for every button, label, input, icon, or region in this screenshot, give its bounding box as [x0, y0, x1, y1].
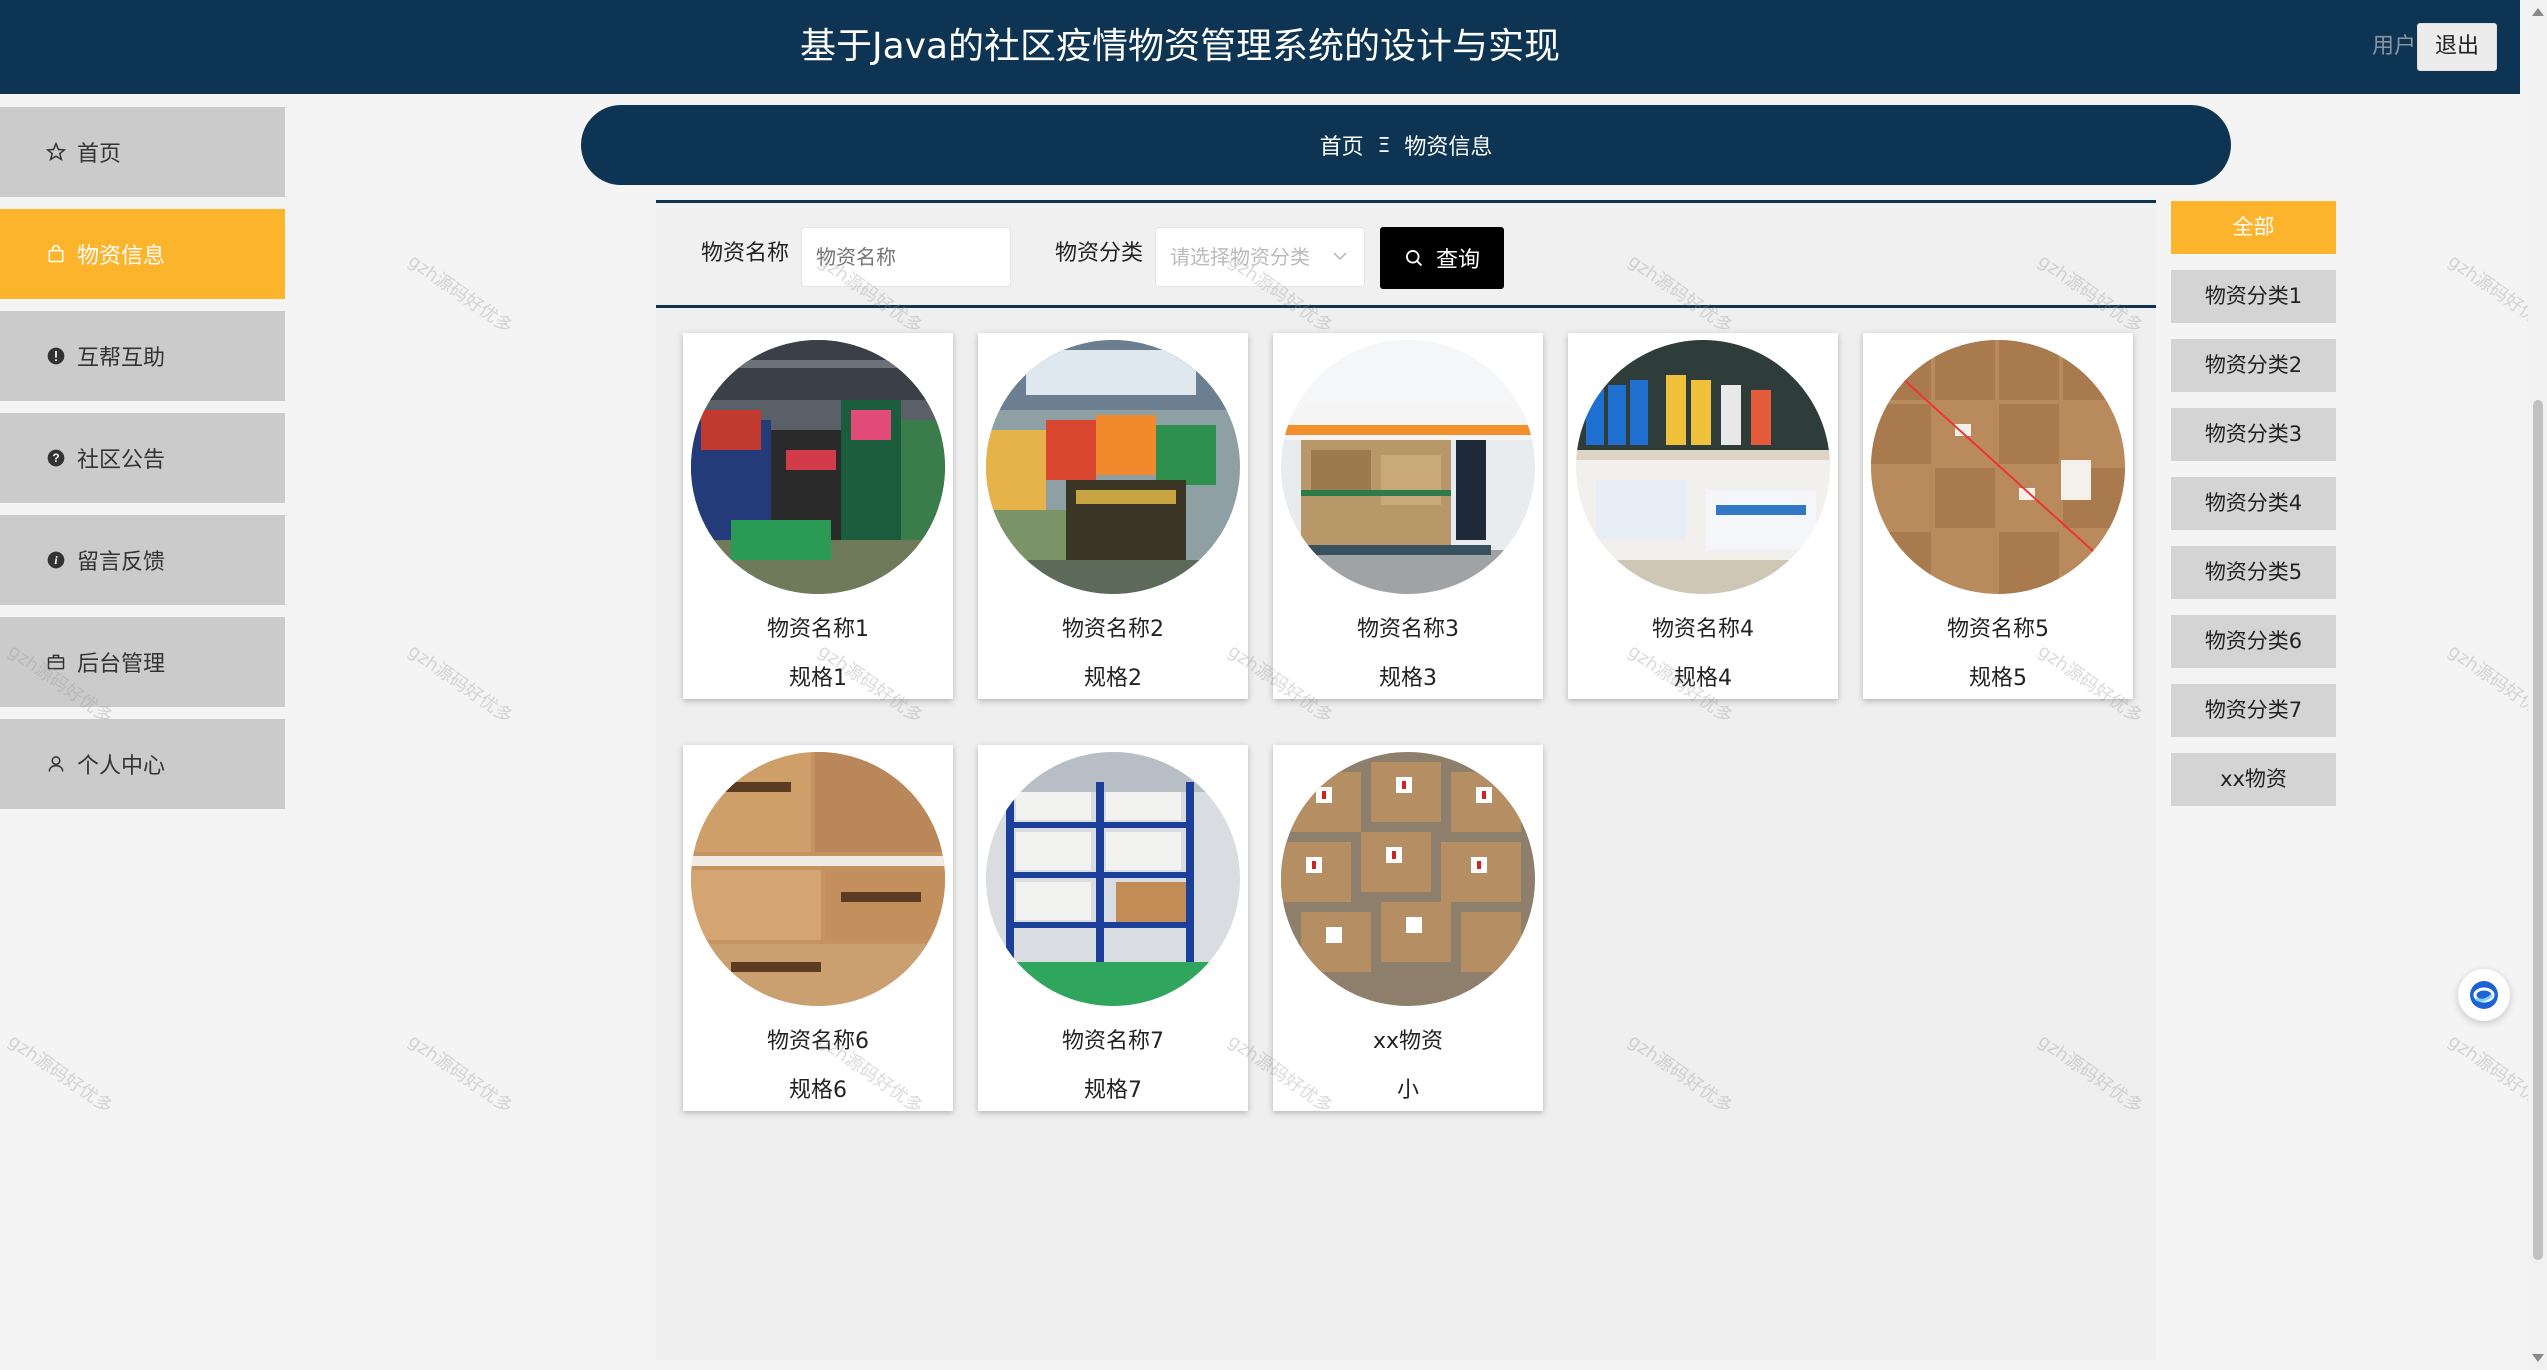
name-search-input[interactable] [801, 227, 1011, 287]
alert-icon [45, 345, 67, 367]
supply-name: 物资名称3 [1357, 617, 1459, 642]
category-select[interactable]: 请选择物资分类 [1155, 227, 1365, 287]
warehouse-boxes-photo [691, 340, 945, 594]
watermark: gzh源码好优多 [404, 640, 517, 728]
category-item[interactable]: 物资分类1 [2171, 270, 2336, 323]
category-item[interactable]: 物资分类2 [2171, 339, 2336, 392]
menu-item-profile[interactable]: 个人中心 [0, 719, 285, 809]
category-item-all[interactable]: 全部 [2171, 201, 2336, 254]
menu-label: 个人中心 [77, 754, 166, 779]
main-panel: 物资名称 物资分类 请选择物资分类 查询 [656, 200, 2156, 1360]
supply-card[interactable]: 物资名称3 规格3 [1273, 333, 1543, 699]
supply-name: 物资名称1 [767, 617, 869, 642]
stacked-supplies-photo [986, 340, 1240, 594]
search-button-label: 查询 [1435, 248, 1480, 273]
supply-name: 物资名称7 [1062, 1029, 1164, 1054]
menu-item-mutual-aid[interactable]: 互帮互助 [0, 311, 285, 401]
supply-name: xx物资 [1372, 1029, 1444, 1054]
supply-card[interactable]: 物资名称4 规格4 [1568, 333, 1838, 699]
svg-text:?: ? [52, 452, 59, 465]
category-filter-label: 物资分类 [1055, 241, 1144, 266]
chevron-down-icon [1332, 228, 1348, 286]
supply-card[interactable]: 物资名称7 规格7 [978, 745, 1248, 1111]
supply-spec: 规格1 [789, 666, 847, 691]
red-cross-boxes-photo [1281, 752, 1535, 1006]
top-header: 基于Java的社区疫情物资管理系统的设计与实现 用户名1 退出 [0, 0, 2520, 94]
supply-spec: 规格7 [1084, 1078, 1142, 1103]
question-icon: ? [45, 447, 67, 469]
star-icon [45, 141, 67, 163]
supply-name: 物资名称4 [1652, 617, 1754, 642]
app-title: 基于Java的社区疫情物资管理系统的设计与实现 [799, 26, 1561, 67]
supply-card[interactable]: 物资名称1 规格1 [683, 333, 953, 699]
breadcrumb-home[interactable]: 首页 [1320, 129, 1364, 161]
watermark: gzh源码好优多 [404, 1030, 517, 1118]
supply-spec: 规格4 [1674, 666, 1732, 691]
assistant-icon [2470, 981, 2498, 1009]
supply-spec: 规格2 [1084, 666, 1142, 691]
breadcrumb-separator: Ξ [1377, 133, 1391, 157]
page-scrollbar[interactable] [2528, 0, 2547, 1370]
supply-card[interactable]: 物资名称6 规格6 [683, 745, 953, 1111]
category-item[interactable]: xx物资 [2171, 753, 2336, 806]
supply-card[interactable]: 物资名称5 规格5 [1863, 333, 2133, 699]
supply-name: 物资名称6 [767, 1029, 869, 1054]
menu-item-home[interactable]: 首页 [0, 107, 285, 197]
menu-label: 物资信息 [77, 244, 166, 269]
mask-cartons-photo [691, 752, 945, 1006]
supply-card[interactable]: 物资名称2 规格2 [978, 333, 1248, 699]
name-filter-label: 物资名称 [701, 241, 790, 266]
watermark: gzh源码好优多 [404, 250, 517, 338]
menu-label: 留言反馈 [77, 550, 166, 575]
category-select-placeholder: 请选择物资分类 [1170, 245, 1310, 269]
supply-spec: 规格6 [789, 1078, 847, 1103]
logout-button[interactable]: 退出 [2417, 23, 2497, 71]
airport-cargo-photo [1281, 340, 1535, 594]
carton-wall-photo [1871, 340, 2125, 594]
scroll-up-arrow-icon[interactable] [2532, 8, 2544, 16]
menu-item-feedback[interactable]: i 留言反馈 [0, 515, 285, 605]
category-item[interactable]: 物资分类6 [2171, 615, 2336, 668]
blue-rack-warehouse-photo [986, 752, 1240, 1006]
scroll-thumb[interactable] [2533, 400, 2543, 1260]
search-button[interactable]: 查询 [1380, 227, 1504, 289]
supply-spec: 规格5 [1969, 666, 2027, 691]
side-menu: 首页 物资信息 互帮互助 ? 社区公告 i 留言反馈 后台管理 个人中心 [0, 107, 285, 821]
menu-label: 互帮互助 [77, 346, 166, 371]
menu-item-supplies[interactable]: 物资信息 [0, 209, 285, 299]
bag-icon [45, 243, 67, 265]
category-item[interactable]: 物资分类4 [2171, 477, 2336, 530]
category-item[interactable]: 物资分类7 [2171, 684, 2336, 737]
menu-label: 首页 [77, 142, 122, 167]
menu-item-announcements[interactable]: ? 社区公告 [0, 413, 285, 503]
supply-name: 物资名称5 [1947, 617, 2049, 642]
category-item[interactable]: 物资分类5 [2171, 546, 2336, 599]
menu-label: 后台管理 [77, 652, 166, 677]
category-item[interactable]: 物资分类3 [2171, 408, 2336, 461]
menu-label: 社区公告 [77, 448, 166, 473]
floating-assistant-button[interactable] [2458, 969, 2510, 1021]
scroll-down-arrow-icon[interactable] [2532, 1354, 2544, 1362]
briefcase-icon [45, 651, 67, 673]
sanitizer-shelf-photo [1576, 340, 1830, 594]
search-bar: 物资名称 物资分类 请选择物资分类 查询 [656, 200, 2156, 308]
breadcrumb-current: 物资信息 [1404, 135, 1493, 160]
info-icon: i [45, 549, 67, 571]
search-icon [1405, 250, 1423, 267]
supply-name: 物资名称2 [1062, 617, 1164, 642]
user-icon [45, 753, 67, 775]
menu-item-admin[interactable]: 后台管理 [0, 617, 285, 707]
watermark: gzh源码好优多 [4, 1030, 117, 1118]
supply-card[interactable]: xx物资 小 [1273, 745, 1543, 1111]
supply-spec: 规格3 [1379, 666, 1437, 691]
supply-spec: 小 [1396, 1078, 1419, 1103]
category-list: 全部 物资分类1 物资分类2 物资分类3 物资分类4 物资分类5 物资分类6 物… [2171, 201, 2336, 822]
breadcrumb: 首页 Ξ 物资信息 [581, 105, 2231, 185]
